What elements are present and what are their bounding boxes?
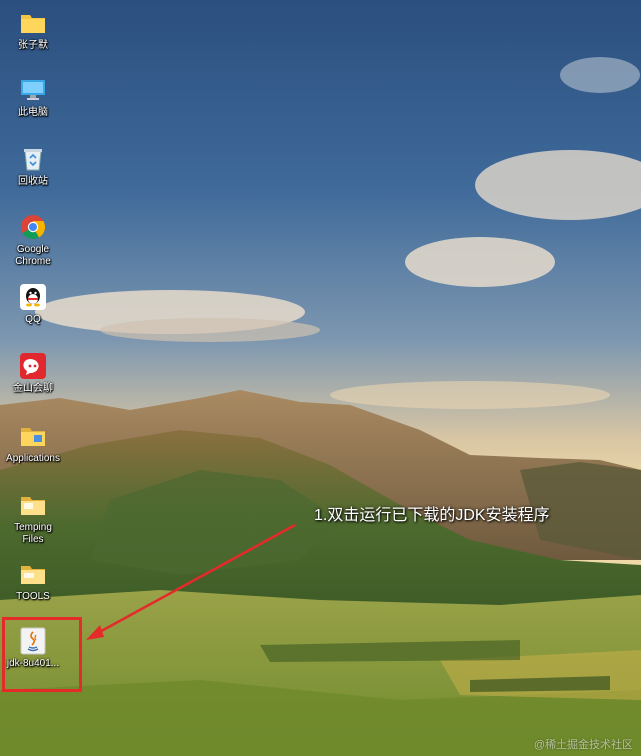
annotation-text: 1.双击运行已下载的JDK安装程序 [314,507,550,524]
annotation-arrow [86,523,296,640]
watermark: @稀土掘金技术社区 [533,739,633,751]
